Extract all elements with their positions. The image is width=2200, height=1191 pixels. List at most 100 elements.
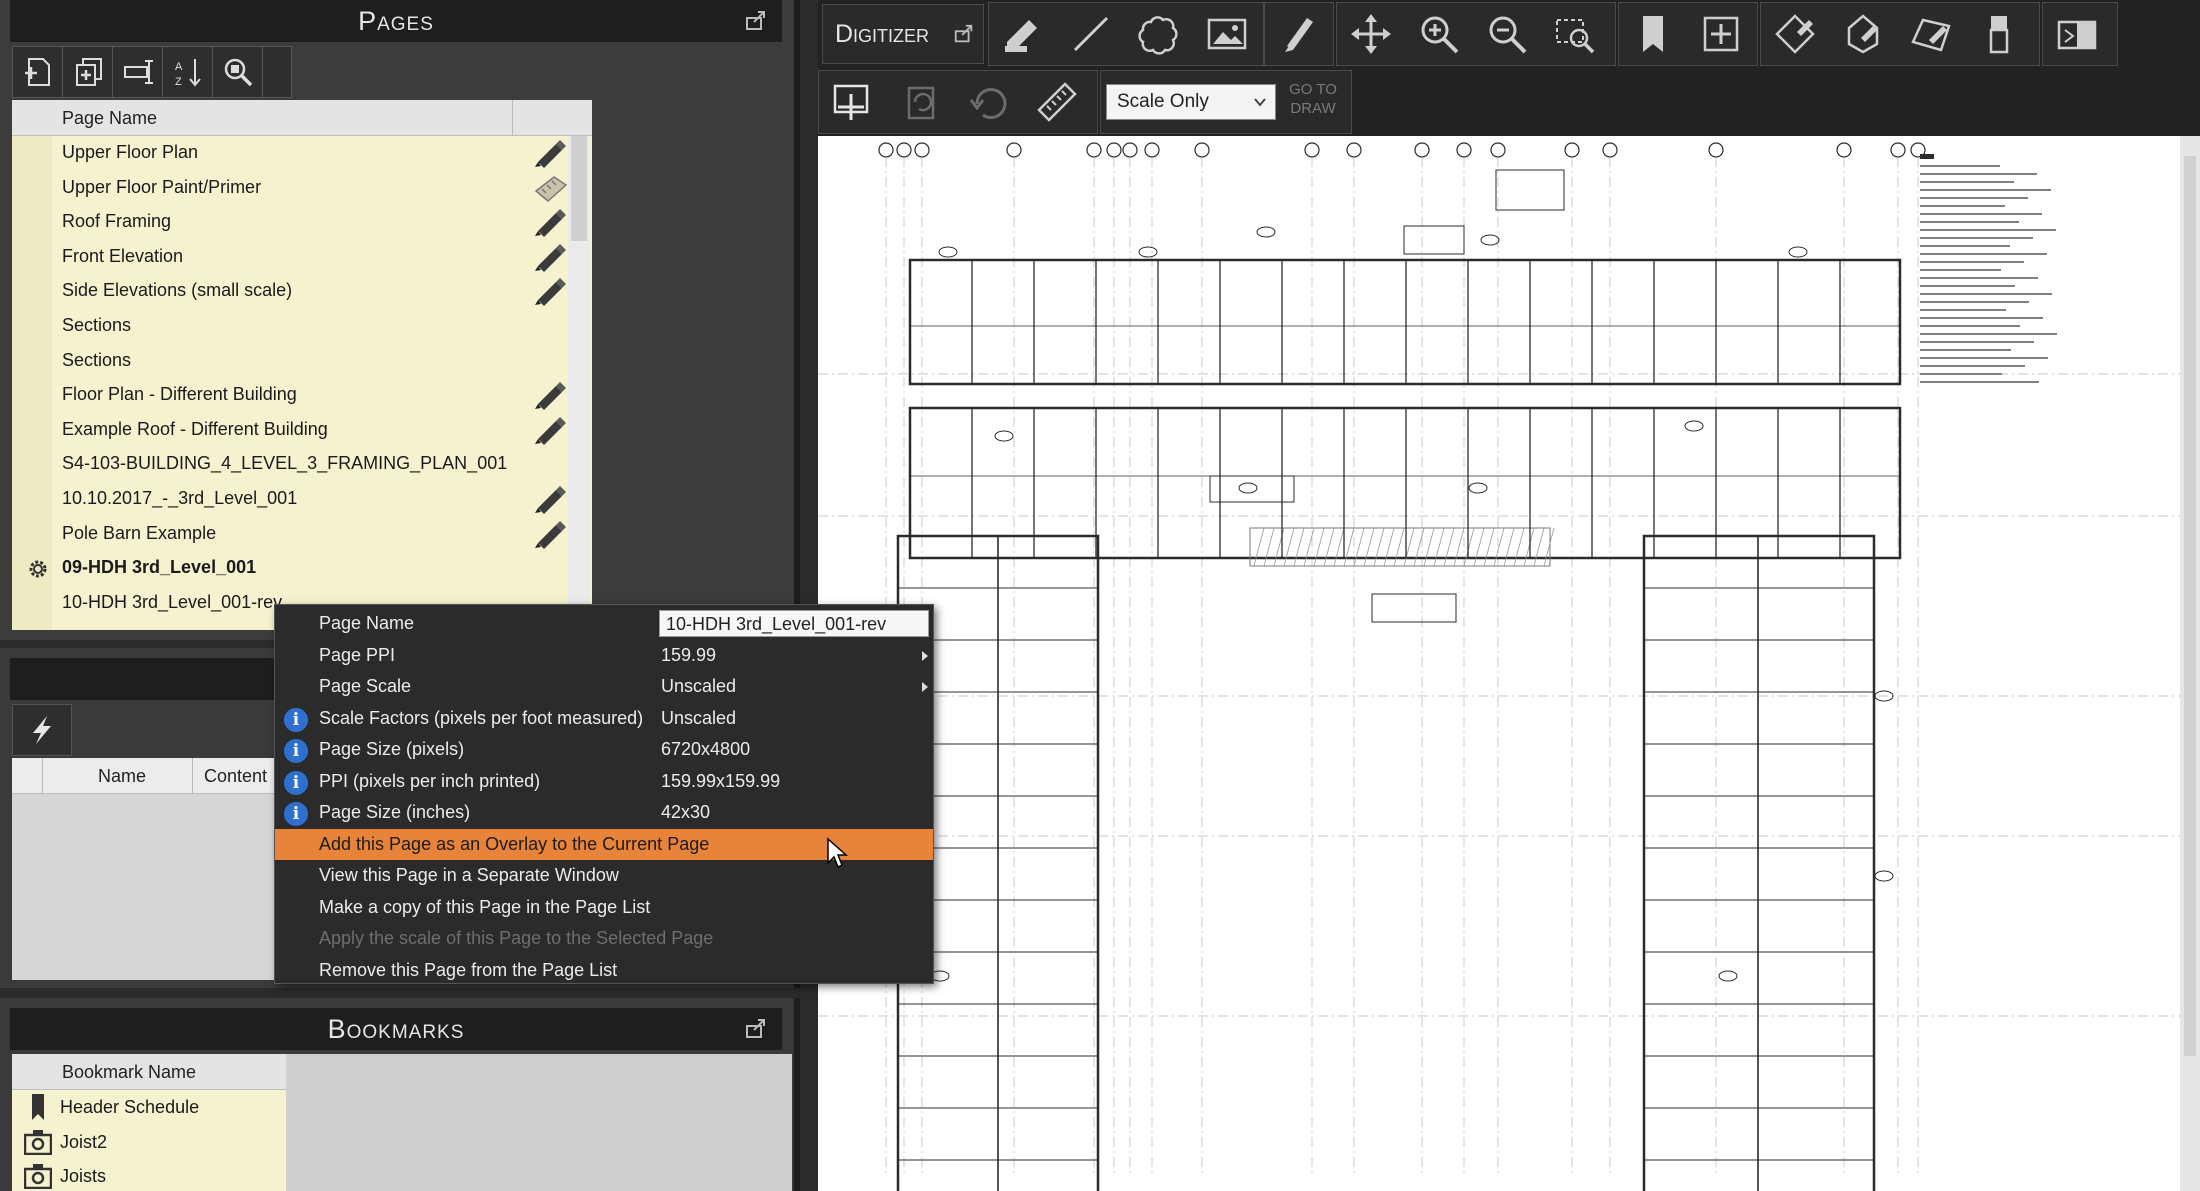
content-column-header[interactable]: Content <box>204 766 267 787</box>
pages-scrollbar[interactable] <box>568 136 590 630</box>
name-column-header[interactable]: Name <box>98 766 146 787</box>
area-tool-button[interactable] <box>1761 3 1829 65</box>
digitizer-toolbar: Digitizer Scale Only GO TO DRAW <box>818 0 2200 136</box>
edit-markup-button[interactable] <box>989 3 1057 65</box>
menu-item-value: 42x30 <box>661 802 711 822</box>
scale-pencil-icon[interactable] <box>532 173 568 203</box>
surface-icon <box>1911 18 1951 52</box>
scale-ruler-button[interactable] <box>1023 71 1091 133</box>
sort-button[interactable]: AZ <box>163 47 213 97</box>
cloud-tool-button[interactable] <box>1125 3 1193 65</box>
drawing-canvas[interactable] <box>818 136 2180 1191</box>
page-name-label: Roof Framing <box>62 211 172 232</box>
page-list-item[interactable]: Upper Floor Plan <box>12 136 572 170</box>
page-list-item[interactable]: 09-HDH 3rd_Level_001 <box>12 551 572 585</box>
pencil-icon[interactable] <box>532 207 568 238</box>
menu-item-label: Remove this Page from the Page List <box>319 959 618 980</box>
surface-tool-button[interactable] <box>1897 3 1965 65</box>
drawing-scrollbar[interactable] <box>2180 136 2200 1191</box>
menu-item-page-size-inches[interactable]: i Page Size (inches) 42x30 <box>275 797 933 828</box>
bookmarks-list: Bookmark Name Header Schedule Joist2 Joist… <box>12 1054 792 1191</box>
pencil-icon[interactable] <box>532 380 568 411</box>
pencil-icon[interactable] <box>532 484 568 514</box>
page-list-item[interactable]: 10.10.2017_-_3rd_Level_001 <box>12 482 572 516</box>
pencil-icon[interactable] <box>532 242 568 272</box>
menu-item-page-name[interactable]: Page Name 10-HDH 3rd_Level_001-rev <box>275 608 933 639</box>
pencil-icon[interactable] <box>532 138 568 168</box>
page-list-item[interactable]: Roof Framing <box>12 205 572 239</box>
zoom-out-button[interactable] <box>1473 3 1541 65</box>
add-pages-icon <box>75 58 102 86</box>
pages-panel-title: Pages <box>358 6 434 36</box>
page-name-input[interactable]: 10-HDH 3rd_Level_001-rev <box>659 610 929 637</box>
menu-item-label: Page Size (pixels) <box>319 739 465 759</box>
page-list-item[interactable]: Example Roof - Different Building <box>12 413 572 447</box>
menu-item-label: Add this Page as an Overlay to the Curre… <box>319 833 710 854</box>
add-pages-button[interactable] <box>63 47 113 97</box>
menu-item-ppi-pixels-per-inch-printed[interactable]: i PPI (pixels per inch printed) 159.99x159… <box>275 766 933 797</box>
split-view-button[interactable] <box>2043 3 2111 65</box>
info-icon: i <box>284 770 308 795</box>
quick-action-button[interactable] <box>12 704 72 756</box>
svg-text:Z: Z <box>175 76 182 88</box>
find-page-button[interactable] <box>213 47 263 97</box>
pages-list-header[interactable]: Page Name <box>12 100 592 136</box>
info-icon: i <box>284 739 308 763</box>
count-tool-button[interactable] <box>1829 3 1897 65</box>
page-name-label: Floor Plan - Different Building <box>62 384 297 405</box>
rotate-page-button[interactable] <box>887 71 955 133</box>
page-list-item[interactable]: Floor Plan - Different Building <box>12 378 572 412</box>
pages-scrollbar-thumb[interactable] <box>571 136 587 241</box>
go-to-draw-button[interactable]: GO TO DRAW <box>1284 80 1342 118</box>
menu-item-remove-this-page-from-the-page-list[interactable]: Remove this Page from the Page List <box>275 955 933 986</box>
page-list-item[interactable]: Upper Floor Paint/Primer <box>12 171 572 205</box>
scale-mode-value: Scale Only <box>1117 91 1209 112</box>
add-snapshot-button[interactable] <box>1687 3 1755 65</box>
page-name-label: Upper Floor Plan <box>62 142 199 162</box>
add-bookmark-button[interactable] <box>1619 3 1687 65</box>
cloud-icon <box>1138 16 1178 55</box>
page-name-label: Upper Floor Paint/Primer <box>62 176 262 197</box>
bookmark-list-item[interactable]: Joist2 <box>12 1125 286 1159</box>
pin-panel-icon[interactable] <box>953 23 975 45</box>
bookmark-name-label: Header Schedule <box>60 1097 200 1117</box>
zoom-in-button[interactable] <box>1405 3 1473 65</box>
bookmark-list-item[interactable]: Header Schedule <box>12 1090 286 1124</box>
undo-scale-button[interactable] <box>955 71 1023 133</box>
pencil-icon[interactable] <box>532 276 568 307</box>
new-page-window-button[interactable] <box>819 71 887 133</box>
menu-item-page-ppi[interactable]: Page PPI 159.99 <box>275 640 933 671</box>
page-list-item[interactable]: S4-103-BUILDING_4_LEVEL_3_FRAMING_PLAN_0… <box>12 447 572 481</box>
menu-item-page-scale[interactable]: Page Scale Unscaled <box>275 671 933 702</box>
add-frame-icon <box>1703 16 1739 52</box>
drawing-scrollbar-thumb[interactable] <box>2184 156 2196 1056</box>
page-list-item[interactable]: Front Elevation <box>12 240 572 274</box>
pin-panel-icon[interactable] <box>744 1017 768 1041</box>
column-separator <box>42 758 43 794</box>
menu-item-scale-factors-pixels-per-foot-measured[interactable]: i Scale Factors (pixels per foot measured… <box>275 703 933 734</box>
add-page-button[interactable] <box>13 47 63 97</box>
pan-button[interactable] <box>1337 3 1405 65</box>
bookmarks-list-header[interactable]: Bookmark Name <box>12 1054 286 1090</box>
image-tool-button[interactable] <box>1193 3 1261 65</box>
menu-item-page-size-pixels[interactable]: i Page Size (pixels) 6720x4800 <box>275 734 933 765</box>
bookmark-list-item[interactable]: Joists <box>12 1159 286 1191</box>
bookmark-name-column-header: Bookmark Name <box>62 1062 197 1082</box>
menu-item-make-a-copy-of-this-page-in-the-page-list[interactable]: Make a copy of this Page in the Page Lis… <box>275 892 933 923</box>
eraser-tool-button[interactable] <box>1965 3 2033 65</box>
rotate-page-icon <box>907 86 935 120</box>
move-icon <box>1351 14 1391 54</box>
pin-panel-icon[interactable] <box>744 9 768 33</box>
line-tool-button[interactable] <box>1057 3 1125 65</box>
pencil-icon[interactable] <box>532 415 568 445</box>
zoom-window-button[interactable] <box>1541 3 1609 65</box>
scale-mode-select[interactable]: Scale Only <box>1106 84 1276 120</box>
highlighter-button[interactable] <box>1265 3 1333 65</box>
bookmark-tools-group <box>1618 2 1758 66</box>
page-list-item[interactable]: Sections <box>12 344 572 378</box>
pencil-icon[interactable] <box>532 519 568 549</box>
page-list-item[interactable]: Sections <box>12 309 572 343</box>
page-list-item[interactable]: Side Elevations (small scale) <box>12 274 572 308</box>
page-properties-button[interactable] <box>113 47 163 97</box>
page-list-item[interactable]: Pole Barn Example <box>12 517 572 551</box>
